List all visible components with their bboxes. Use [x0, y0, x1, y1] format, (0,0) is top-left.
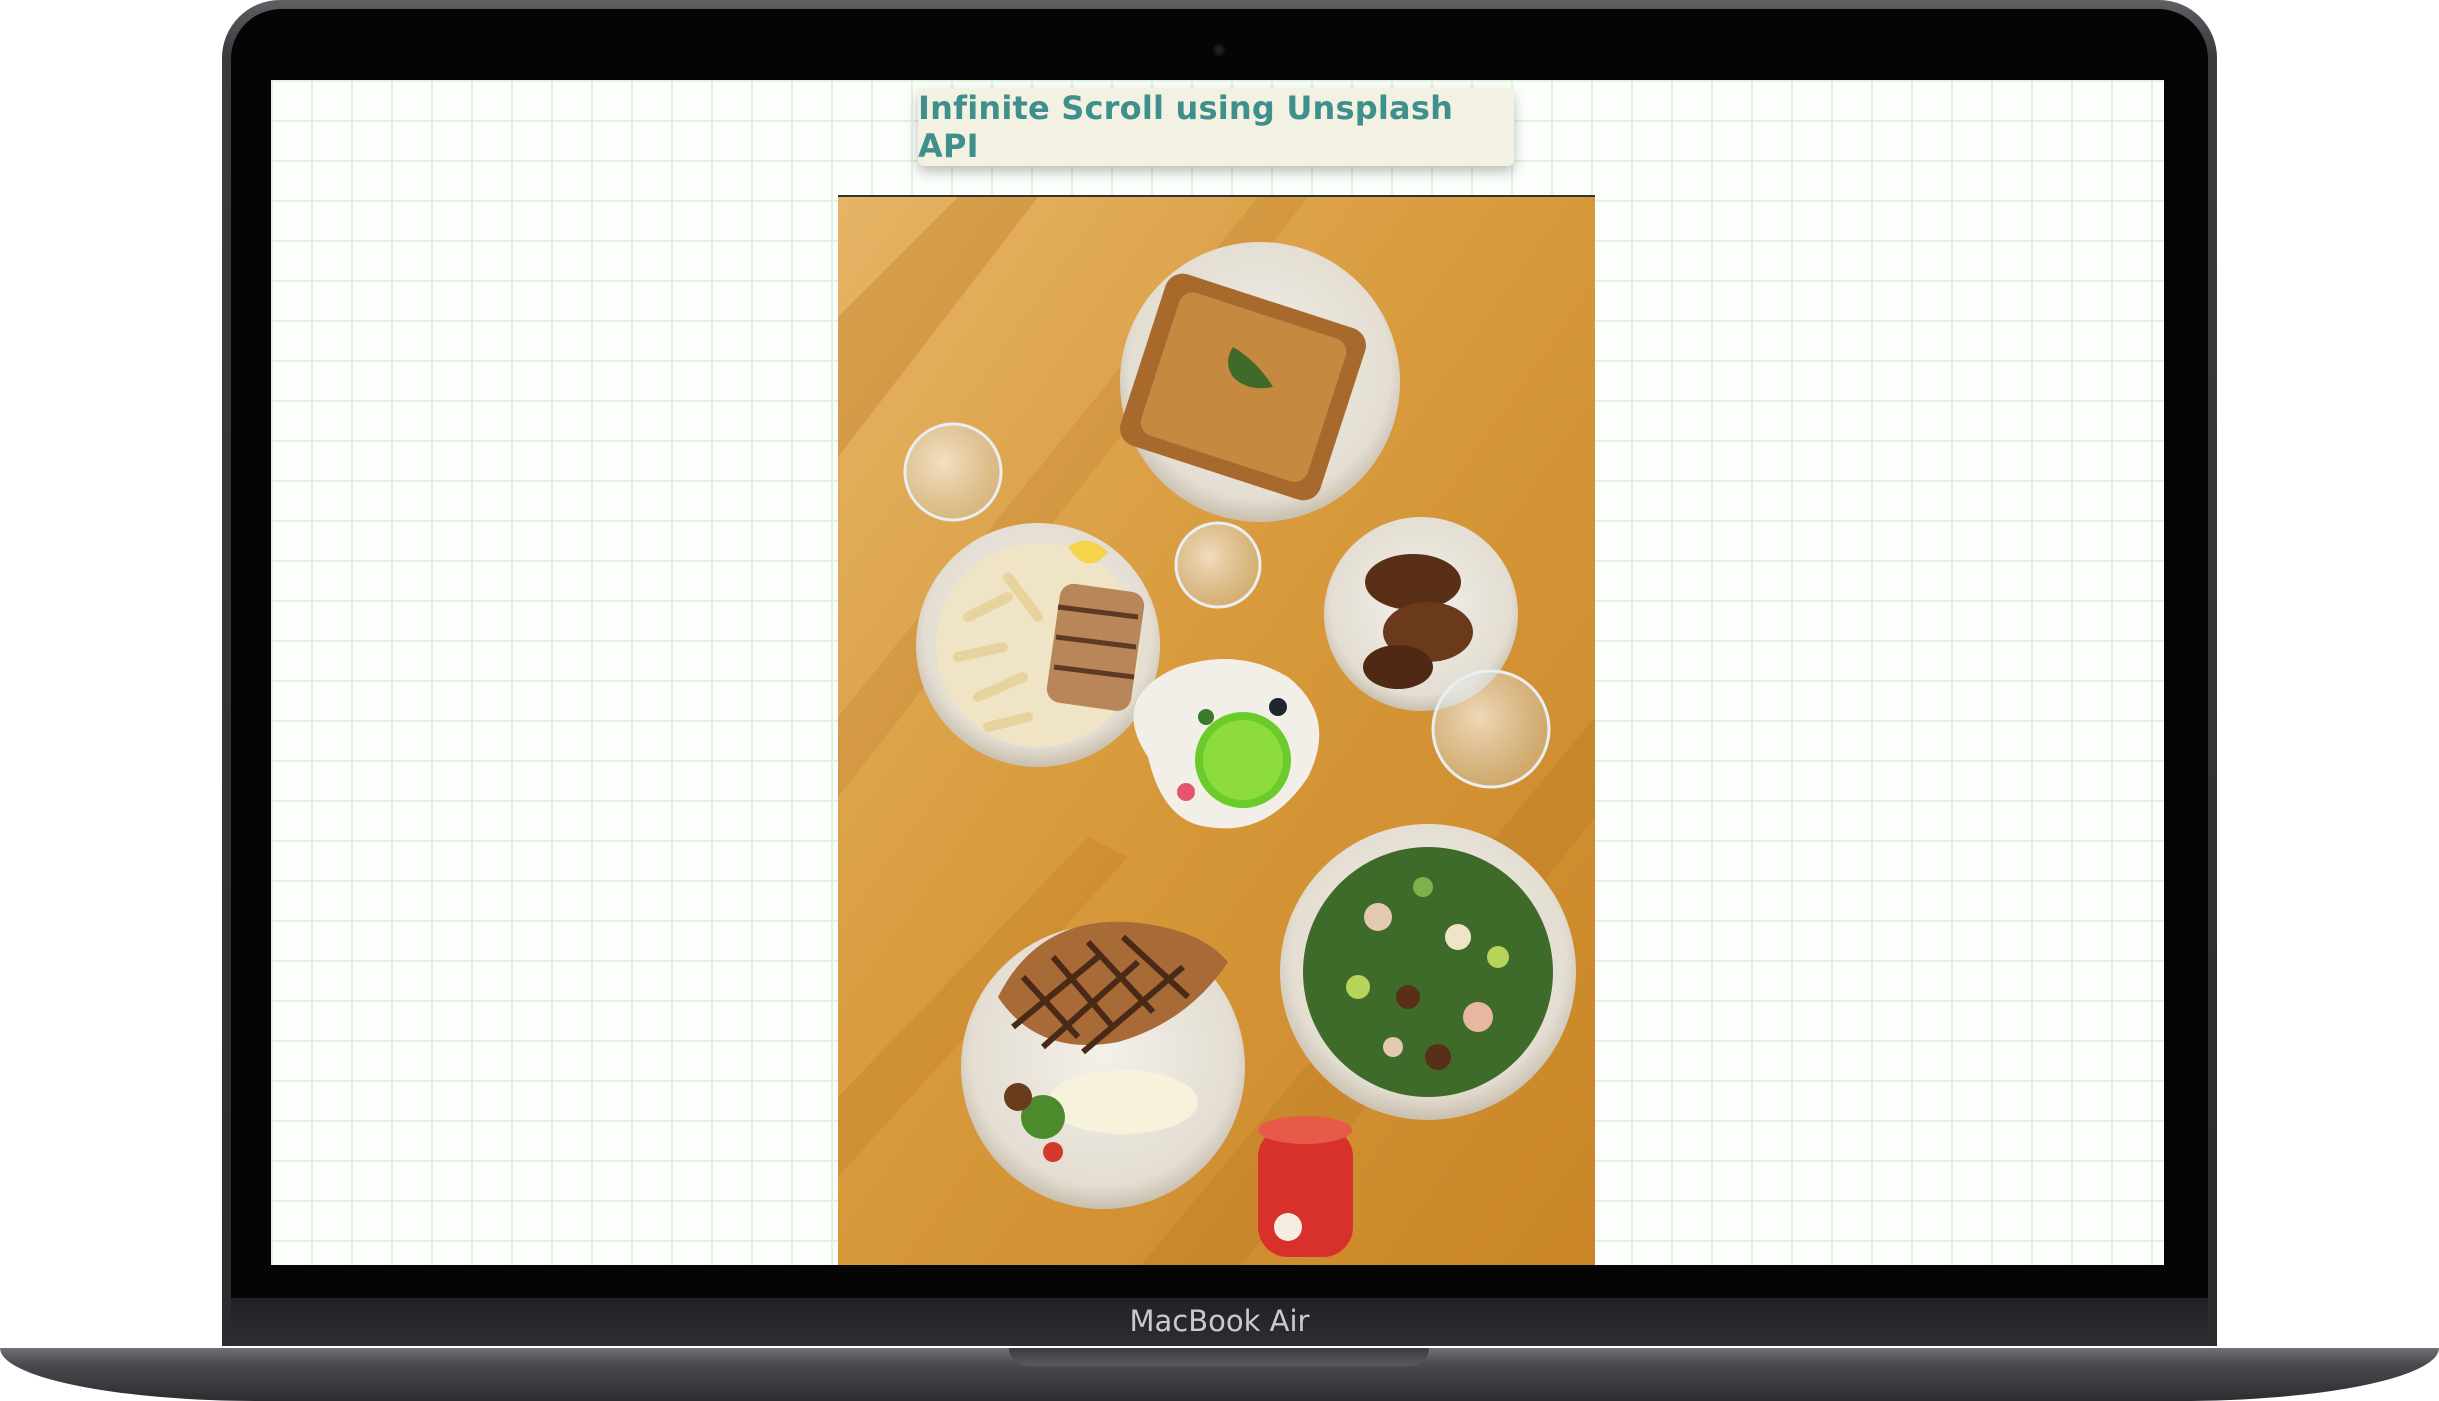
page-title: Infinite Scroll using Unsplash API	[918, 89, 1454, 165]
food-photo-illustration	[838, 197, 1595, 1265]
browser-viewport[interactable]: Infinite Scroll using Unsplash API	[271, 80, 2164, 1265]
title-card: Infinite Scroll using Unsplash API	[918, 88, 1514, 166]
trackpad-notch	[1009, 1348, 1429, 1366]
camera-icon	[1213, 44, 1225, 56]
laptop-mockup: Infinite Scroll using Unsplash API MacBo…	[0, 0, 2439, 1401]
unsplash-image[interactable]	[838, 195, 1595, 1265]
device-model-label: MacBook Air	[1129, 1304, 1310, 1338]
